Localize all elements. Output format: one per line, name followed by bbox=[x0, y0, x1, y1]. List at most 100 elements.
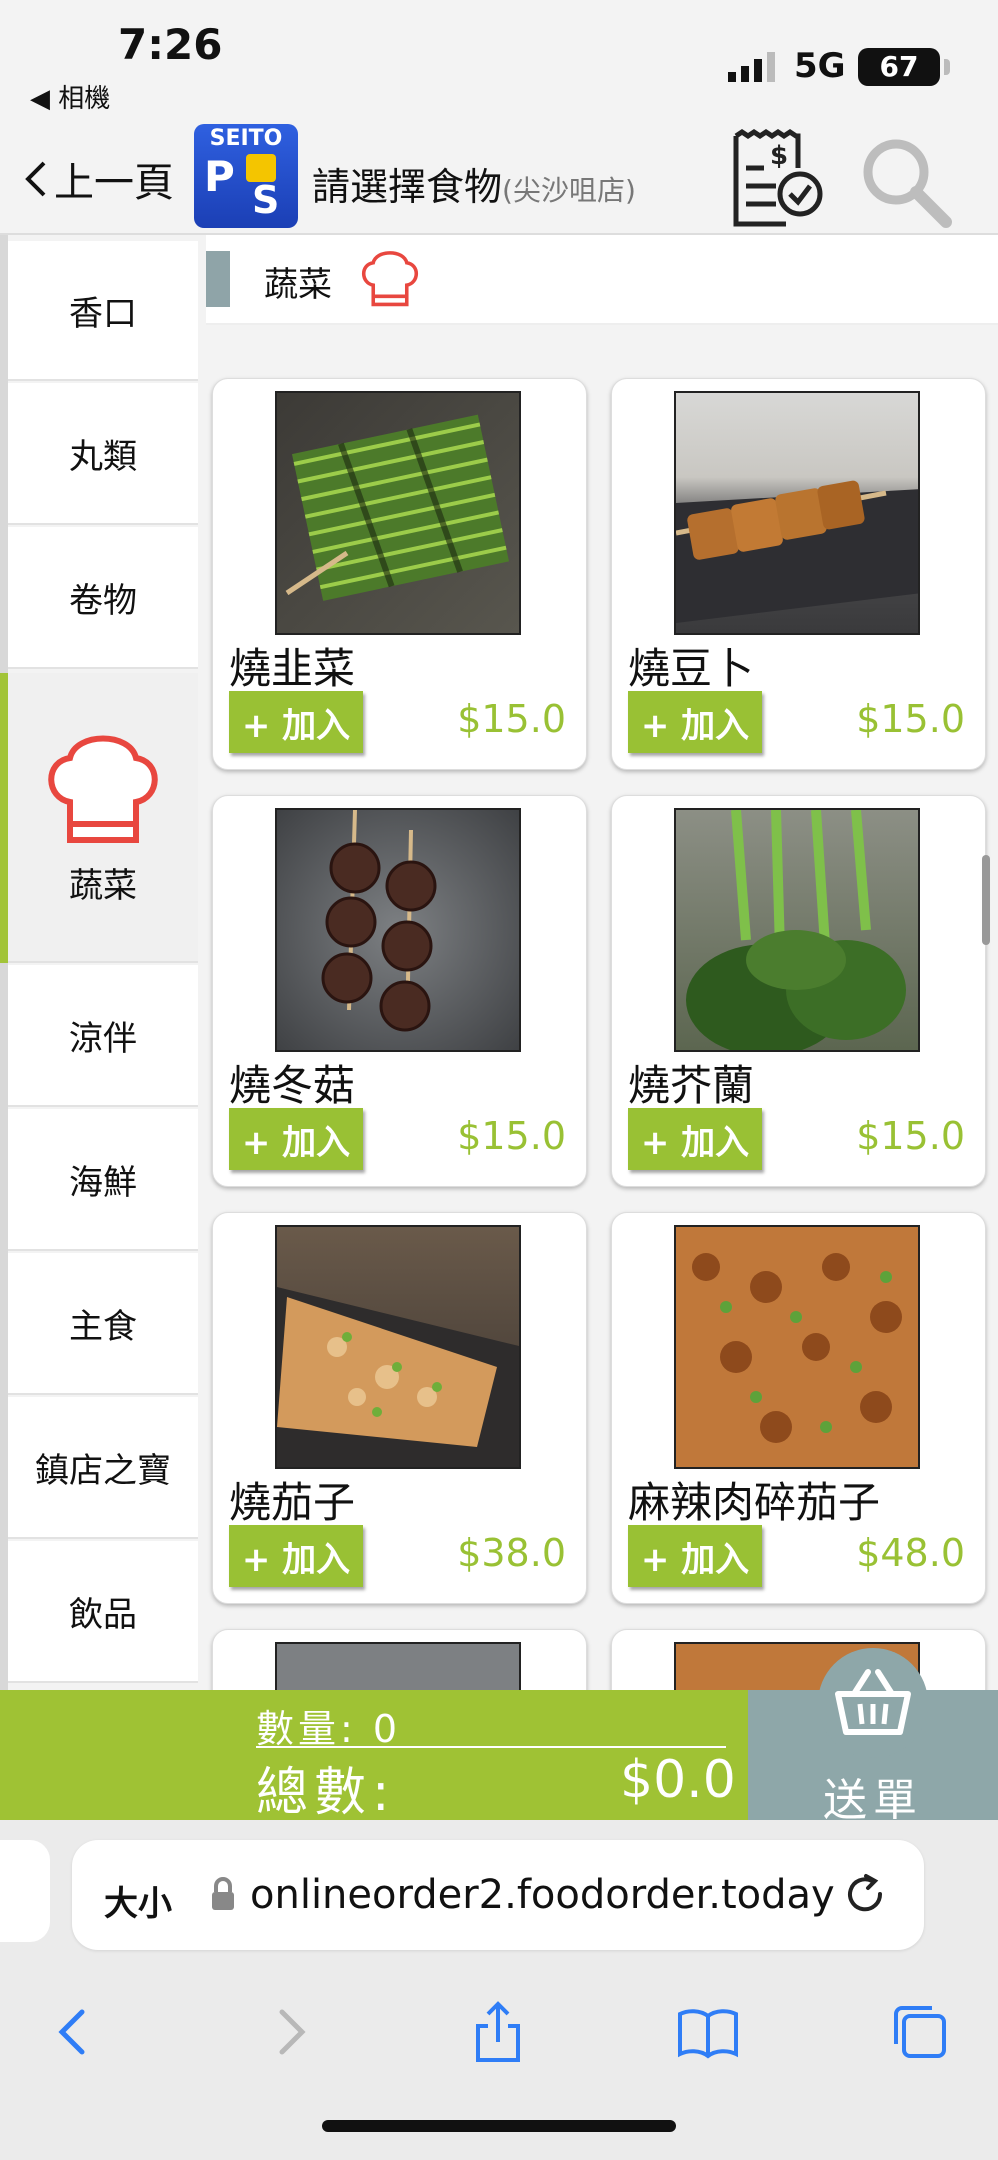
item-name: 燒冬菇 bbox=[229, 1061, 356, 1110]
scrollbar[interactable] bbox=[982, 855, 990, 945]
url-text: onlineorder2.foodorder.today bbox=[250, 1872, 835, 1918]
cart-bar: 數量: 0 總數: $0.0 送單 bbox=[0, 1648, 998, 1826]
category-label: 鎮店之寶 bbox=[35, 1450, 171, 1491]
bookmarks-icon[interactable] bbox=[676, 2000, 740, 2064]
item-price: $15.0 bbox=[856, 697, 965, 741]
lock-icon bbox=[212, 1877, 234, 1910]
quantity-value: 0 bbox=[372, 1707, 402, 1751]
logo-text: SEITO bbox=[209, 126, 283, 151]
logo-s: S bbox=[252, 178, 280, 222]
reload-icon[interactable] bbox=[842, 1872, 888, 1918]
send-order-button[interactable]: 送單 bbox=[748, 1648, 998, 1826]
back-arrow-icon[interactable] bbox=[42, 2000, 106, 2064]
section-tag bbox=[206, 251, 230, 307]
category-item[interactable]: 涼伴 bbox=[8, 965, 198, 1107]
add-button[interactable]: + 加入 bbox=[628, 1108, 762, 1170]
store-name: (尖沙咀店) bbox=[502, 174, 636, 207]
clock: 7:26 bbox=[118, 20, 223, 69]
item-name: 燒豆卜 bbox=[628, 644, 755, 693]
category-item[interactable]: 香口 bbox=[8, 241, 198, 381]
category-label: 香口 bbox=[69, 293, 137, 334]
menu-content: 蔬菜 燒韭菜 + 加入 $15.0 燒豆卜 + 加入 $15.0 燒冬菇 + 加… bbox=[200, 235, 998, 1690]
category-label: 飲品 bbox=[69, 1594, 137, 1635]
send-order-label: 送單 bbox=[823, 1775, 923, 1826]
divider bbox=[256, 1746, 726, 1748]
category-label: 卷物 bbox=[69, 580, 137, 621]
add-button[interactable]: + 加入 bbox=[628, 1525, 762, 1587]
category-item-active[interactable]: 蔬菜 bbox=[8, 673, 198, 963]
food-photo bbox=[275, 1225, 521, 1469]
food-photo bbox=[674, 391, 920, 635]
basket-button[interactable] bbox=[818, 1648, 928, 1758]
category-label: 蔬菜 bbox=[69, 865, 137, 906]
back-label: 上一頁 bbox=[54, 160, 174, 206]
page-title: 請選擇食物(尖沙咀店) bbox=[312, 156, 636, 211]
receipt-icon[interactable]: $ bbox=[726, 128, 826, 228]
category-item[interactable]: 飲品 bbox=[8, 1541, 198, 1683]
browser-toolbar: 大小 onlineorder2.foodorder.today bbox=[0, 1820, 998, 2160]
food-photo bbox=[275, 808, 521, 1052]
item-name: 燒韭菜 bbox=[229, 644, 356, 693]
total-value: $0.0 bbox=[620, 1750, 736, 1810]
menu-card-partial bbox=[611, 1629, 986, 1690]
battery-icon: 67 bbox=[858, 48, 950, 86]
back-button[interactable]: 上一頁 bbox=[22, 150, 174, 208]
search-icon[interactable] bbox=[856, 132, 956, 232]
menu-card: 燒韭菜 + 加入 $15.0 bbox=[212, 378, 587, 770]
status-bar: 7:26 ◀ 相機 5G 67 bbox=[0, 0, 998, 120]
back-to-app-link[interactable]: ◀ 相機 bbox=[30, 78, 110, 115]
menu-card: 燒茄子 + 加入 $38.0 bbox=[212, 1212, 587, 1604]
add-button[interactable]: + 加入 bbox=[628, 691, 762, 753]
item-price: $48.0 bbox=[856, 1531, 965, 1575]
menu-card: 燒豆卜 + 加入 $15.0 bbox=[611, 378, 986, 770]
page-title-text: 請選擇食物 bbox=[312, 165, 503, 209]
item-name: 燒芥蘭 bbox=[628, 1061, 755, 1110]
quantity-label: 數量: bbox=[256, 1707, 357, 1751]
food-photo bbox=[674, 1225, 920, 1469]
category-item[interactable]: 鎮店之寶 bbox=[8, 1397, 198, 1539]
share-icon[interactable] bbox=[466, 2000, 530, 2064]
network-label: 5G bbox=[794, 46, 846, 86]
chef-hat-icon bbox=[361, 251, 419, 307]
item-price: $38.0 bbox=[457, 1531, 566, 1575]
section-header: 蔬菜 bbox=[206, 235, 998, 325]
item-price: $15.0 bbox=[457, 1114, 566, 1158]
menu-card: 麻辣肉碎茄子 + 加入 $48.0 bbox=[611, 1212, 986, 1604]
category-label: 主食 bbox=[69, 1306, 137, 1347]
svg-text:$: $ bbox=[770, 141, 788, 171]
food-photo bbox=[275, 391, 521, 635]
quantity-row: 數量: 0 bbox=[256, 1698, 401, 1753]
category-item[interactable]: 丸類 bbox=[8, 383, 198, 525]
food-photo bbox=[674, 808, 920, 1052]
active-category-accent bbox=[0, 673, 8, 963]
menu-card: 燒冬菇 + 加入 $15.0 bbox=[212, 795, 587, 1187]
tabs-icon[interactable] bbox=[888, 2000, 952, 2064]
logo-p: P bbox=[204, 152, 235, 201]
address-bar[interactable]: 大小 onlineorder2.foodorder.today bbox=[72, 1840, 924, 1950]
chef-hat-icon bbox=[48, 735, 158, 843]
category-item[interactable]: 海鮮 bbox=[8, 1109, 198, 1251]
chevron-left-icon bbox=[25, 161, 46, 197]
category-sidebar: 香口 丸類 卷物 蔬菜 涼伴 海鮮 主食 鎮店之寶 飲品 bbox=[0, 235, 200, 1690]
previous-tab[interactable] bbox=[0, 1840, 50, 1942]
section-title: 蔬菜 bbox=[264, 265, 332, 305]
signal-icon bbox=[728, 52, 775, 82]
add-button[interactable]: + 加入 bbox=[229, 1525, 363, 1587]
category-label: 丸類 bbox=[69, 436, 137, 477]
item-name: 燒茄子 bbox=[229, 1478, 356, 1527]
category-label: 海鮮 bbox=[69, 1162, 137, 1203]
food-photo bbox=[275, 1642, 521, 1690]
add-button[interactable]: + 加入 bbox=[229, 1108, 363, 1170]
item-price: $15.0 bbox=[856, 1114, 965, 1158]
forward-arrow-icon[interactable] bbox=[258, 2000, 322, 2064]
category-label: 涼伴 bbox=[69, 1018, 137, 1059]
app-header: 上一頁 SEITO P S 請選擇食物(尖沙咀店) $ bbox=[0, 120, 998, 235]
add-button[interactable]: + 加入 bbox=[229, 691, 363, 753]
home-indicator bbox=[322, 2120, 676, 2132]
menu-card-partial bbox=[212, 1629, 587, 1690]
category-item[interactable]: 卷物 bbox=[8, 527, 198, 669]
seito-pos-logo: SEITO P S bbox=[194, 124, 298, 228]
category-item[interactable]: 主食 bbox=[8, 1253, 198, 1395]
text-size-button[interactable]: 大小 bbox=[104, 1876, 172, 1925]
total-label: 總數: bbox=[256, 1763, 396, 1823]
